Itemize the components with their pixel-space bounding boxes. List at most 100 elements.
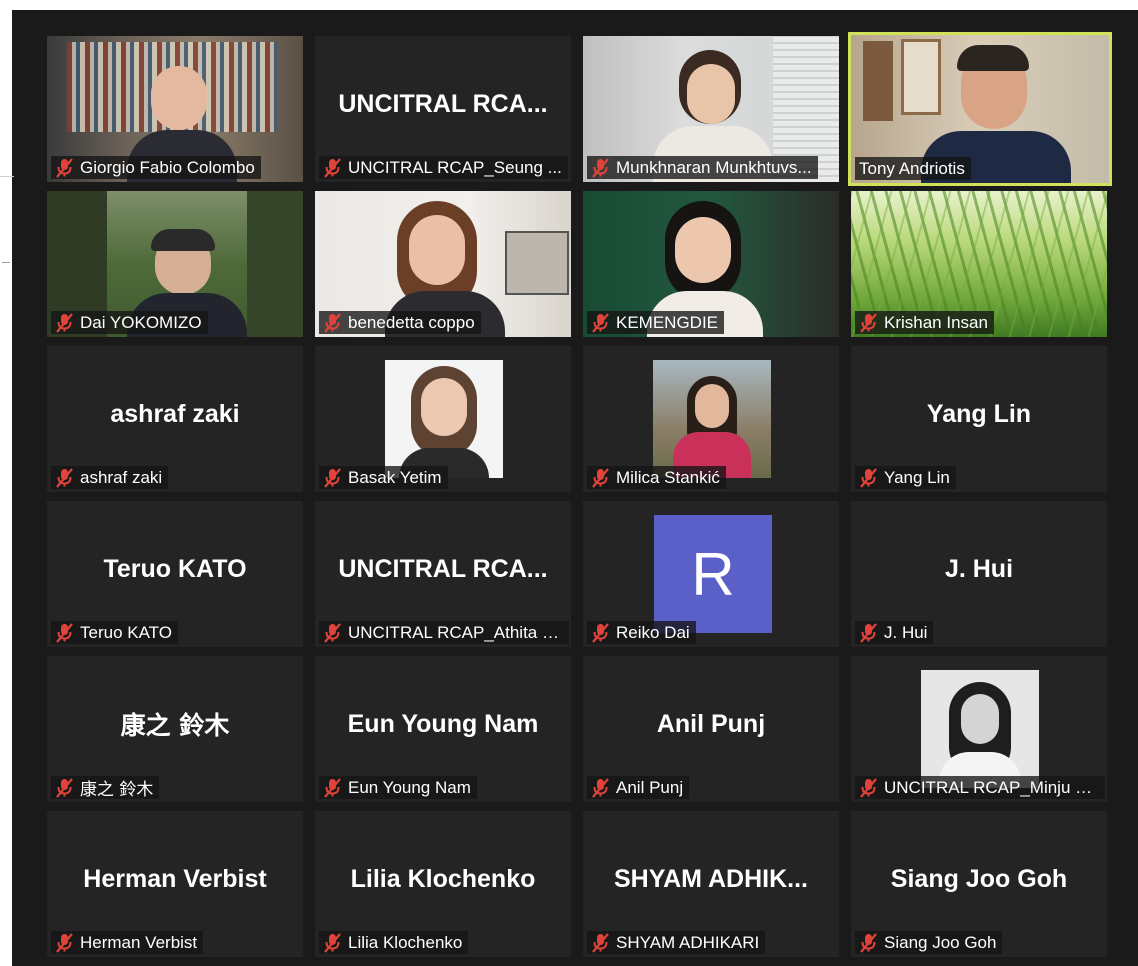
participant-display-name: UNCITRAL RCA... — [338, 554, 548, 583]
participant-name: Eun Young Nam — [348, 777, 471, 797]
microphone-muted-icon — [323, 468, 343, 488]
participant-tile[interactable]: Lilia Klochenko Lilia Klochenko — [315, 811, 571, 957]
microphone-muted-icon — [859, 933, 879, 953]
participant-tile[interactable]: J. Hui J. Hui — [851, 501, 1107, 647]
participant-name: 康之 鈴木 — [80, 780, 154, 799]
participant-tile[interactable]: Anil Punj Anil Punj — [583, 656, 839, 802]
divider-mark — [2, 262, 10, 263]
participant-name: Krishan Insan — [884, 312, 988, 332]
profile-photo — [385, 360, 503, 478]
avatar-initial: R — [654, 515, 772, 633]
participant-name: J. Hui — [884, 622, 928, 642]
participant-name-tag: Krishan Insan — [855, 311, 994, 334]
participant-tile[interactable]: ashraf zaki ashraf zaki — [47, 346, 303, 492]
participant-tile-active-speaker[interactable]: Tony Andriotis — [848, 32, 1112, 186]
microphone-muted-icon — [591, 623, 611, 643]
participant-tile[interactable]: UNCITRAL RCAP_Minju K... — [851, 656, 1107, 802]
microphone-muted-icon — [55, 158, 75, 178]
participant-name: Tony Andriotis — [859, 158, 965, 178]
participant-name-tag: Yang Lin — [855, 466, 956, 489]
microphone-muted-icon — [859, 468, 879, 488]
participant-tile[interactable]: Munkhnaran Munkhtuvs... — [583, 36, 839, 182]
participant-tile[interactable]: UNCITRAL RCA... UNCITRAL RCAP_Seung ... — [315, 36, 571, 182]
microphone-muted-icon — [55, 778, 75, 798]
profile-photo — [653, 360, 771, 478]
participant-name-tag: Reiko Dai — [587, 621, 696, 644]
participant-tile[interactable]: R Reiko Dai — [583, 501, 839, 647]
participant-name: ashraf zaki — [80, 467, 163, 487]
participant-tile[interactable]: Giorgio Fabio Colombo — [47, 36, 303, 182]
participant-name-tag: Teruo KATO — [51, 621, 178, 644]
participant-name: KEMENGDIE — [616, 312, 719, 332]
participant-display-name: 康之 鈴木 — [120, 711, 230, 740]
participant-display-name: ashraf zaki — [110, 399, 240, 428]
microphone-muted-icon — [55, 468, 75, 488]
participant-name-tag: Tony Andriotis — [855, 157, 971, 180]
microphone-muted-icon — [55, 933, 75, 953]
avatar-letter: R — [691, 540, 735, 608]
microphone-muted-icon — [55, 623, 75, 643]
participant-name-tag: Eun Young Nam — [319, 776, 477, 799]
profile-photo — [921, 670, 1039, 788]
microphone-muted-icon — [323, 623, 343, 643]
microphone-muted-icon — [591, 933, 611, 953]
participant-tile[interactable]: KEMENGDIE — [583, 191, 839, 337]
participant-name: UNCITRAL RCAP_Seung ... — [348, 157, 562, 177]
participant-tile[interactable]: Dai YOKOMIZO — [47, 191, 303, 337]
participant-name: Lilia Klochenko — [348, 932, 463, 952]
participant-name-tag: Giorgio Fabio Colombo — [51, 156, 261, 179]
participant-tile[interactable]: benedetta coppo — [315, 191, 571, 337]
participant-display-name: Eun Young Nam — [347, 709, 539, 738]
participant-name: Yang Lin — [884, 467, 950, 487]
microphone-muted-icon — [55, 313, 75, 333]
participant-name-tag: KEMENGDIE — [587, 311, 725, 334]
participant-name-tag: ashraf zaki — [51, 466, 169, 489]
divider-line — [0, 176, 14, 177]
participant-name-tag: UNCITRAL RCAP_Athita K... — [319, 621, 569, 644]
participant-name-tag: Munkhnaran Munkhtuvs... — [587, 156, 818, 179]
participant-display-name: Herman Verbist — [83, 864, 267, 893]
participant-name-tag: UNCITRAL RCAP_Minju K... — [855, 776, 1105, 799]
participant-tile[interactable]: Herman Verbist Herman Verbist — [47, 811, 303, 957]
participant-name-tag: UNCITRAL RCAP_Seung ... — [319, 156, 568, 179]
participant-name-tag: Anil Punj — [587, 776, 690, 799]
participant-name-tag: Herman Verbist — [51, 931, 204, 954]
participant-name-tag: benedetta coppo — [319, 311, 481, 334]
participant-name: SHYAM ADHIKARI — [616, 932, 760, 952]
participant-name-tag: 康之 鈴木 — [51, 776, 160, 799]
participant-tile[interactable]: Eun Young Nam Eun Young Nam — [315, 656, 571, 802]
participant-name: Teruo KATO — [80, 622, 172, 642]
participant-name-tag: SHYAM ADHIKARI — [587, 931, 766, 954]
participant-name: benedetta coppo — [348, 312, 475, 332]
microphone-muted-icon — [859, 778, 879, 798]
participant-name: Giorgio Fabio Colombo — [80, 157, 255, 177]
participant-name: Dai YOKOMIZO — [80, 312, 202, 332]
participant-display-name: SHYAM ADHIK... — [613, 864, 808, 893]
participant-name-tag: Lilia Klochenko — [319, 931, 469, 954]
microphone-muted-icon — [323, 778, 343, 798]
microphone-muted-icon — [591, 158, 611, 178]
microphone-muted-icon — [323, 313, 343, 333]
microphone-muted-icon — [591, 778, 611, 798]
participant-tile[interactable]: Krishan Insan — [851, 191, 1107, 337]
participant-display-name: Anil Punj — [656, 709, 766, 738]
participant-name: Anil Punj — [616, 777, 684, 797]
participant-tile[interactable]: UNCITRAL RCA... UNCITRAL RCAP_Athita K..… — [315, 501, 571, 647]
participant-name: Munkhnaran Munkhtuvs... — [616, 157, 812, 177]
microphone-muted-icon — [591, 468, 611, 488]
participant-name: Siang Joo Goh — [884, 932, 997, 952]
microphone-muted-icon — [859, 623, 879, 643]
participant-tile[interactable]: Milica Stankić — [583, 346, 839, 492]
participant-tile[interactable]: Teruo KATO Teruo KATO — [47, 501, 303, 647]
participant-name: Herman Verbist — [80, 932, 198, 952]
participant-tile[interactable]: Siang Joo Goh Siang Joo Goh — [851, 811, 1107, 957]
participant-tile[interactable]: Yang Lin Yang Lin — [851, 346, 1107, 492]
participant-display-name: Yang Lin — [926, 399, 1032, 428]
microphone-muted-icon — [323, 933, 343, 953]
participant-display-name: UNCITRAL RCA... — [338, 89, 548, 118]
participant-tile[interactable]: Basak Yetim — [315, 346, 571, 492]
participant-display-name: Siang Joo Goh — [890, 864, 1068, 893]
participant-name-tag: Basak Yetim — [319, 466, 448, 489]
participant-tile[interactable]: 康之 鈴木 康之 鈴木 — [47, 656, 303, 802]
participant-tile[interactable]: SHYAM ADHIK... SHYAM ADHIKARI — [583, 811, 839, 957]
